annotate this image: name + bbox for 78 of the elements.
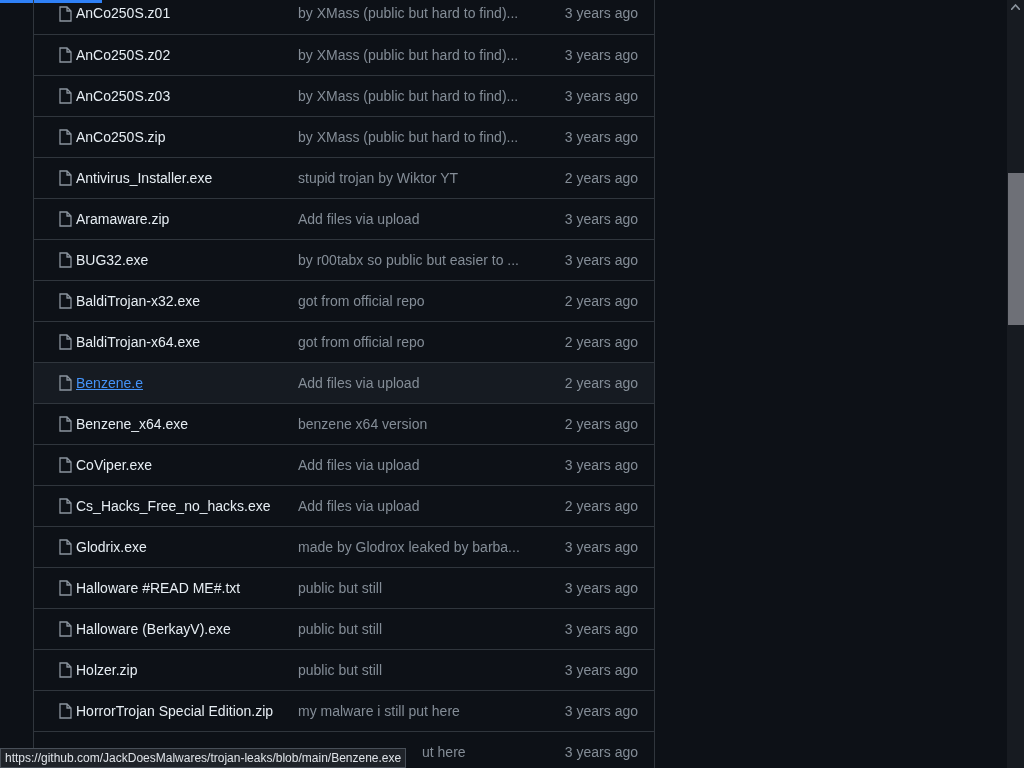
file-icon (59, 375, 72, 391)
file-link[interactable]: BaldiTrojan-x64.exe (76, 333, 200, 350)
commit-message[interactable]: benzene x64 version (298, 413, 428, 435)
file-link[interactable]: Aramaware.zip (76, 210, 170, 227)
file-icon (59, 47, 72, 63)
file-link[interactable]: HorrorTrojan Special Edition.zip (76, 702, 274, 719)
commit-date: 3 years ago (564, 4, 639, 23)
commit-message[interactable]: public but still (298, 618, 383, 640)
commit-message[interactable]: Add files via upload (298, 372, 420, 394)
commit-date: 3 years ago (564, 250, 639, 270)
file-link[interactable]: BUG32.exe (76, 251, 149, 268)
file-icon (59, 580, 72, 596)
commit-date: 2 years ago (564, 332, 639, 352)
file-link[interactable]: Halloware #READ ME#.txt (76, 579, 241, 596)
commit-date: 3 years ago (564, 127, 639, 147)
file-icon (59, 662, 72, 678)
file-link[interactable]: Antivirus_Installer.exe (76, 169, 213, 186)
commit-message[interactable]: got from official repo (298, 331, 425, 353)
file-link[interactable]: AnCo250S.z03 (76, 87, 171, 104)
file-link[interactable]: Holzer.zip (76, 661, 138, 678)
file-icon (59, 498, 72, 514)
commit-date: 2 years ago (564, 496, 639, 516)
commit-date: 3 years ago (564, 660, 639, 680)
commit-date: 3 years ago (564, 86, 639, 106)
file-icon (59, 170, 72, 186)
commit-date: 3 years ago (564, 209, 639, 229)
commit-date: 3 years ago (564, 742, 639, 762)
file-icon (59, 129, 72, 145)
file-icon (59, 5, 72, 22)
commit-message[interactable]: Add files via upload (298, 208, 420, 230)
file-icon (59, 334, 72, 350)
file-link[interactable]: AnCo250S.zip (76, 128, 166, 145)
commit-date: 3 years ago (564, 537, 639, 557)
commit-date: 3 years ago (564, 455, 639, 475)
file-link[interactable]: BaldiTrojan-x32.exe (76, 292, 200, 309)
scroll-up-icon[interactable] (1011, 4, 1020, 10)
commit-date: 2 years ago (564, 291, 639, 311)
file-icon (59, 88, 72, 104)
commit-date: 2 years ago (564, 168, 639, 188)
commit-date: 3 years ago (564, 701, 639, 721)
commit-message[interactable]: Add files via upload (298, 495, 420, 517)
commit-date: 3 years ago (564, 619, 639, 639)
file-icon (59, 416, 72, 432)
file-icon (59, 457, 72, 473)
file-icon (59, 211, 72, 227)
commit-message[interactable]: ut here (422, 741, 466, 763)
commit-date: 3 years ago (564, 45, 639, 65)
status-url-tooltip: https://github.com/JackDoesMalwares/trojan-leaks/blob/main/Benzene.exe (0, 748, 407, 768)
commit-message[interactable]: by XMass (public but hard to find)... (298, 126, 519, 148)
file-link[interactable]: Benzene_x64.exe (76, 415, 189, 432)
file-link[interactable]: Benzene.e (76, 374, 143, 391)
file-link[interactable]: AnCo250S.z02 (76, 46, 171, 63)
commit-message[interactable]: by XMass (public but hard to find)... (298, 85, 519, 107)
file-icon (59, 252, 72, 268)
file-link[interactable]: Halloware (BerkayV).exe (76, 620, 231, 637)
commit-date: 2 years ago (564, 373, 639, 393)
file-icon (59, 621, 72, 637)
file-icon (59, 293, 72, 309)
commit-message[interactable]: by XMass (public but hard to find)... (298, 3, 519, 24)
commit-message[interactable]: Add files via upload (298, 454, 420, 476)
commit-date: 3 years ago (564, 578, 639, 598)
scrollbar[interactable] (1007, 0, 1024, 768)
commit-message[interactable]: by r00tabx so public but easier to ... (298, 249, 519, 271)
commit-message[interactable]: got from official repo (298, 290, 425, 312)
file-icon (59, 539, 72, 555)
commit-message[interactable]: by XMass (public but hard to find)... (298, 44, 519, 66)
commit-date: 2 years ago (564, 414, 639, 434)
file-link[interactable]: Glodrix.exe (76, 538, 147, 555)
file-link[interactable]: CoViper.exe (76, 456, 152, 473)
commit-message[interactable]: stupid trojan by Wiktor YT (298, 167, 459, 189)
file-icon (59, 703, 72, 719)
commit-message[interactable]: my malware i still put here (298, 700, 460, 722)
commit-message[interactable]: made by Glodrox leaked by barba... (298, 536, 520, 558)
commit-message[interactable]: public but still (298, 659, 383, 681)
file-link[interactable]: Cs_Hacks_Free_no_hacks.exe (76, 497, 271, 514)
file-link[interactable]: AnCo250S.z01 (76, 5, 171, 21)
commit-message[interactable]: public but still (298, 577, 383, 599)
scroll-thumb[interactable] (1008, 173, 1024, 325)
